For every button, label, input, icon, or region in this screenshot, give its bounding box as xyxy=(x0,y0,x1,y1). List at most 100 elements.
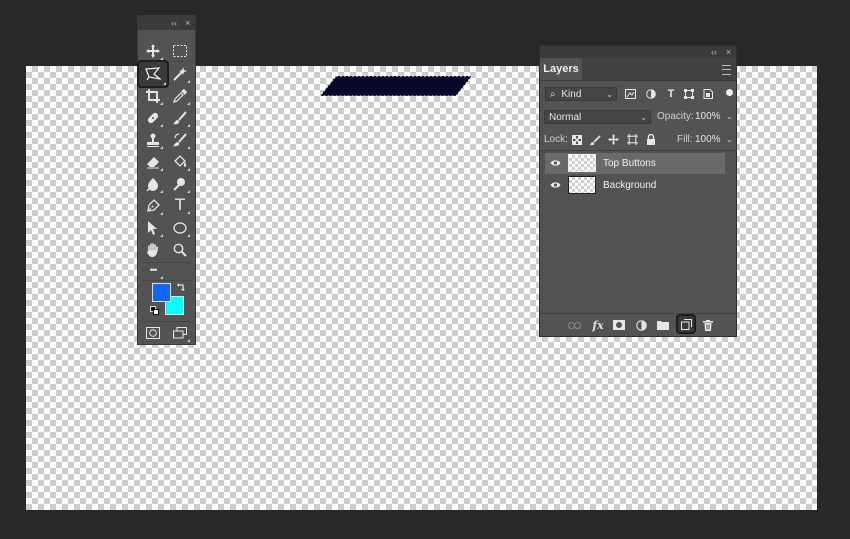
ellipse-icon xyxy=(173,222,187,234)
clone-stamp-tool[interactable] xyxy=(142,130,164,150)
path-selection-tool[interactable] xyxy=(142,218,164,238)
healing-brush-tool[interactable] xyxy=(142,108,164,128)
eyedropper-icon xyxy=(173,89,187,103)
filter-adjustment-icon[interactable] xyxy=(646,89,656,99)
layer-row-top-buttons[interactable]: Top Buttons xyxy=(545,153,725,174)
eraser-icon xyxy=(147,157,159,169)
collapse-icon[interactable]: ‹‹ xyxy=(711,46,717,58)
filter-pixel-icon[interactable] xyxy=(625,89,636,99)
blur-drop-icon xyxy=(146,178,158,191)
paint-bucket-icon xyxy=(174,155,187,167)
lock-all-icon[interactable] xyxy=(646,134,656,146)
blur-tool[interactable] xyxy=(142,174,164,194)
history-brush-icon xyxy=(173,133,187,147)
filter-kind-value: Kind xyxy=(561,89,582,100)
fill-chevron-icon[interactable]: ⌄ xyxy=(726,133,733,147)
swap-colors-icon[interactable] xyxy=(177,282,186,291)
layers-bottom-toolbar: fx xyxy=(540,313,736,336)
filter-type-icon[interactable]: T xyxy=(665,87,677,101)
edit-toolbar[interactable]: ••• xyxy=(142,260,164,280)
eyedropper-tool[interactable] xyxy=(169,86,191,106)
ellipsis-icon: ••• xyxy=(149,264,158,275)
filter-shape-icon[interactable] xyxy=(684,89,694,99)
layer-thumbnail xyxy=(568,176,596,194)
paint-bucket-tool[interactable] xyxy=(169,152,191,172)
magnifier-icon xyxy=(173,243,187,257)
layer-row-background[interactable]: Background xyxy=(545,175,725,196)
brush-tool[interactable] xyxy=(169,108,191,128)
lock-pixels-brush-icon[interactable] xyxy=(590,135,601,146)
move-tool[interactable] xyxy=(142,41,164,61)
blend-mode-value: Normal xyxy=(549,112,582,123)
pen-icon xyxy=(147,199,160,212)
screen-mode-tool[interactable] xyxy=(169,323,191,343)
layer-name: Top Buttons xyxy=(603,158,656,169)
delete-layer-trash-icon[interactable] xyxy=(701,318,715,332)
hand-icon xyxy=(147,243,158,257)
move-icon xyxy=(146,44,160,58)
pen-tool[interactable] xyxy=(142,196,164,216)
opacity-value[interactable]: 100% xyxy=(695,110,721,124)
stamp-icon xyxy=(147,133,159,147)
lock-label: Lock: xyxy=(544,134,568,145)
type-tool[interactable]: T xyxy=(169,195,191,215)
search-icon: ⌕ xyxy=(550,89,556,100)
chevron-down-icon: ⌄ xyxy=(640,113,647,122)
fill-value[interactable]: 100% xyxy=(695,133,721,147)
layer-name: Background xyxy=(603,180,657,191)
dodge-icon xyxy=(173,178,185,191)
blend-mode-dropdown[interactable]: Normal ⌄ xyxy=(544,110,651,124)
bandage-icon xyxy=(147,112,159,124)
visibility-eye-icon[interactable] xyxy=(549,179,561,191)
tools-panel: ‹‹ × T ••• xyxy=(137,15,196,345)
tools-panel-header[interactable]: ‹‹ × xyxy=(138,16,195,30)
new-group-folder-icon[interactable] xyxy=(656,318,670,332)
crop-icon xyxy=(146,89,160,103)
panel-menu-icon[interactable] xyxy=(722,65,731,75)
type-icon: T xyxy=(175,195,185,214)
default-colors-icon[interactable] xyxy=(150,306,159,315)
tab-layers[interactable]: Layers xyxy=(540,58,582,80)
marquee-tool[interactable] xyxy=(169,41,191,61)
filter-smart-object-icon[interactable] xyxy=(703,89,713,99)
close-icon[interactable]: × xyxy=(726,46,731,58)
layers-panel-header[interactable]: ‹‹ × xyxy=(540,46,736,58)
history-brush-tool[interactable] xyxy=(169,130,191,150)
top-buttons-shape xyxy=(318,75,474,97)
eraser-tool[interactable] xyxy=(142,152,164,172)
adjustment-layer-icon[interactable] xyxy=(634,318,648,332)
layer-style-fx-icon[interactable]: fx xyxy=(591,318,605,332)
new-layer-icon[interactable] xyxy=(676,314,696,334)
marching-ants-selection xyxy=(318,75,474,97)
visibility-eye-icon[interactable] xyxy=(549,157,561,169)
fill-label: Fill: xyxy=(677,134,693,145)
ellipse-tool[interactable] xyxy=(169,218,191,238)
brush-icon xyxy=(173,111,187,125)
foreground-color-swatch[interactable] xyxy=(152,283,171,302)
link-layers-icon[interactable] xyxy=(567,318,581,332)
dodge-tool[interactable] xyxy=(169,174,191,194)
collapse-icon[interactable]: ‹‹ xyxy=(171,17,177,29)
crop-tool[interactable] xyxy=(142,86,164,106)
add-mask-icon[interactable] xyxy=(612,318,626,332)
opacity-label: Opacity: xyxy=(657,111,694,122)
opacity-chevron-icon[interactable]: ⌄ xyxy=(726,110,733,124)
magic-wand-icon xyxy=(173,67,187,81)
filter-kind-dropdown[interactable]: ⌕ Kind ⌄ xyxy=(545,87,617,101)
screen-mode-icon xyxy=(173,327,187,339)
layers-tab-bar: Layers xyxy=(540,58,736,81)
lock-transparent-icon[interactable] xyxy=(572,135,582,145)
arrow-cursor-icon xyxy=(148,221,157,235)
polygonal-lasso-icon xyxy=(145,67,161,81)
quick-mask-icon xyxy=(146,327,160,339)
magic-wand-tool[interactable] xyxy=(169,64,191,84)
zoom-tool[interactable] xyxy=(169,240,191,260)
hand-tool[interactable] xyxy=(142,240,164,260)
rectangular-marquee-icon xyxy=(173,45,187,57)
lock-position-icon[interactable] xyxy=(608,134,619,145)
close-icon[interactable]: × xyxy=(185,17,190,29)
filter-toggle-switch[interactable] xyxy=(726,89,733,96)
quick-mask-tool[interactable] xyxy=(142,323,164,343)
polygonal-lasso-tool[interactable] xyxy=(137,60,169,88)
lock-artboard-icon[interactable] xyxy=(627,134,638,145)
